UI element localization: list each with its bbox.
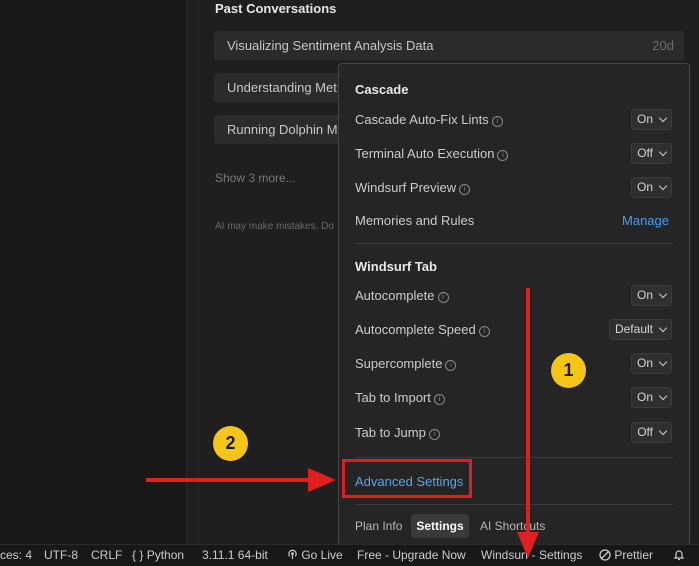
past-conversations-title: Past Conversations <box>215 1 337 16</box>
status-language[interactable]: { } Python <box>132 548 184 562</box>
arrow-head-right <box>308 468 336 492</box>
tab-to-import-dropdown[interactable]: On <box>630 387 672 408</box>
autocomplete-label: Autocomplete i <box>355 288 449 303</box>
autocomplete-speed-label: Autocomplete Speed i <box>355 322 490 337</box>
conversation-title: Understanding Met <box>227 80 337 95</box>
chevron-down-icon <box>658 289 668 299</box>
section-divider <box>355 243 673 244</box>
status-spaces[interactable]: ces: 4 <box>0 548 32 562</box>
ai-disclaimer: AI may make mistakes. Do <box>215 221 334 232</box>
show-more-link[interactable]: Show 3 more... <box>215 171 296 185</box>
tab-to-import-label: Tab to Import i <box>355 390 445 405</box>
supercomplete-dropdown[interactable]: On <box>630 353 672 374</box>
status-upgrade[interactable]: Free - Upgrade Now <box>357 548 466 562</box>
windsurf-tab-section-title: Windsurf Tab <box>355 259 437 274</box>
chat-divider <box>198 0 199 544</box>
status-interpreter[interactable]: 3.11.1 64-bit <box>202 548 268 562</box>
status-line-ending[interactable]: CRLF <box>91 548 122 562</box>
info-icon: i <box>478 326 490 337</box>
autocomplete-speed-dropdown[interactable]: Default <box>608 319 672 340</box>
info-icon: i <box>459 184 471 195</box>
left-panel <box>0 0 186 544</box>
broadcast-icon <box>288 549 297 560</box>
info-icon: i <box>437 292 449 303</box>
info-icon: i <box>433 394 445 405</box>
section-divider <box>355 457 673 458</box>
conversation-title: Visualizing Sentiment Analysis Data <box>227 38 434 53</box>
conversation-title: Running Dolphin M <box>227 122 338 137</box>
annotation-arrow-vertical <box>526 288 530 540</box>
info-icon: i <box>491 116 503 127</box>
chevron-down-icon <box>658 323 668 333</box>
supercomplete-label: Supercomplete i <box>355 356 457 371</box>
status-encoding[interactable]: UTF-8 <box>44 548 78 562</box>
info-icon: i <box>445 360 457 371</box>
chevron-down-icon <box>658 357 668 367</box>
footer-divider <box>355 504 673 505</box>
info-icon: i <box>497 150 509 161</box>
conversation-item[interactable]: Visualizing Sentiment Analysis Data 20d <box>214 31 684 60</box>
status-bar: ces: 4 UTF-8 CRLF { } Python 3.11.1 64-b… <box>0 544 699 566</box>
tab-to-jump-dropdown[interactable]: Off <box>631 422 672 443</box>
arrow-head-down <box>517 532 539 558</box>
chevron-down-icon <box>658 391 668 401</box>
cascade-auto-fix-lints-dropdown[interactable]: On <box>630 109 672 130</box>
windsurf-preview-dropdown[interactable]: On <box>630 177 672 198</box>
tab-ai-shortcuts[interactable]: AI Shortcuts <box>480 519 545 533</box>
cascade-auto-fix-lints-label: Cascade Auto-Fix Lints i <box>355 112 503 127</box>
notifications-bell-icon[interactable] <box>673 548 685 562</box>
annotation-badge-2: 2 <box>213 426 248 461</box>
braces-icon: { } <box>132 548 144 562</box>
windsurf-preview-label: Windsurf Preview i <box>355 180 471 195</box>
terminal-auto-execution-label: Terminal Auto Execution i <box>355 146 509 161</box>
status-go-live[interactable]: Go Live <box>287 548 343 562</box>
info-icon: i <box>428 429 440 440</box>
autocomplete-dropdown[interactable]: On <box>630 285 672 306</box>
chevron-down-icon <box>658 181 668 191</box>
status-prettier[interactable]: Prettier <box>599 548 653 562</box>
memories-and-rules-label: Memories and Rules <box>355 213 475 228</box>
tab-settings[interactable]: Settings <box>411 514 469 538</box>
annotation-arrow-horizontal <box>146 478 314 482</box>
chevron-down-icon <box>658 147 668 157</box>
annotation-badge-1: 1 <box>551 353 586 388</box>
prettier-disabled-icon <box>599 549 611 561</box>
terminal-auto-execution-dropdown[interactable]: Off <box>631 143 672 164</box>
conversation-age: 20d <box>652 38 674 53</box>
chevron-down-icon <box>658 426 668 436</box>
manage-link[interactable]: Manage <box>622 213 669 228</box>
highlight-box <box>342 459 472 498</box>
cascade-section-title: Cascade <box>355 82 409 97</box>
tab-to-jump-label: Tab to Jump i <box>355 425 440 440</box>
chevron-down-icon <box>658 113 668 123</box>
tab-plan-info[interactable]: Plan Info <box>355 519 402 533</box>
